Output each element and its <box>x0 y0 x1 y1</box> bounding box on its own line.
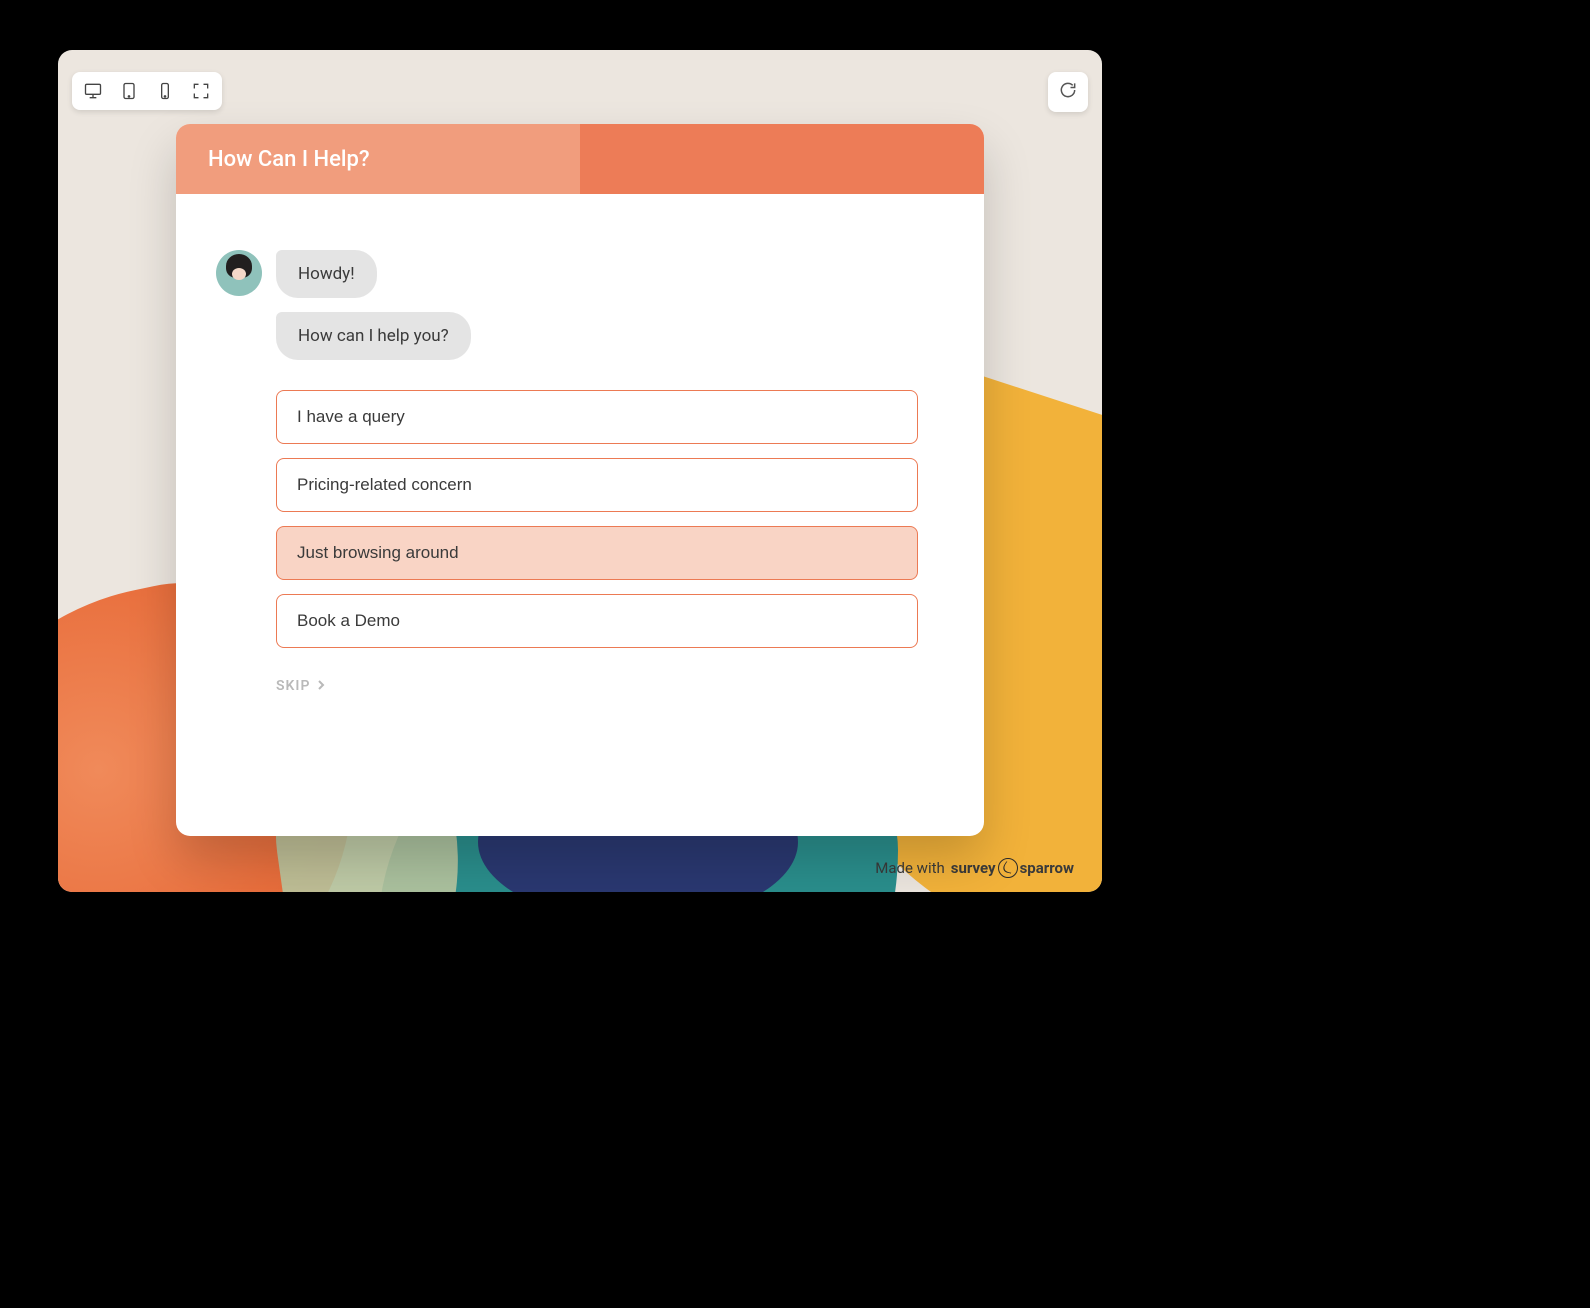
reload-icon <box>1058 80 1078 104</box>
chevron-right-icon <box>316 678 326 694</box>
survey-card: How Can I Help? Howdy! How can I help yo… <box>176 124 984 836</box>
survey-header: How Can I Help? <box>176 124 984 194</box>
avatar <box>216 250 262 296</box>
option-query[interactable]: I have a query <box>276 390 918 444</box>
device-preview-toolbar <box>72 72 222 110</box>
fullscreen-icon[interactable] <box>190 80 212 102</box>
chat-bubble-1: Howdy! <box>276 250 377 298</box>
option-pricing[interactable]: Pricing-related concern <box>276 458 918 512</box>
brand-logo[interactable]: survey sparrow <box>951 858 1074 878</box>
desktop-icon[interactable] <box>82 80 104 102</box>
mobile-icon[interactable] <box>154 80 176 102</box>
option-demo[interactable]: Book a Demo <box>276 594 918 648</box>
tablet-icon[interactable] <box>118 80 140 102</box>
brand-word-b: sparrow <box>1020 859 1074 877</box>
reload-button[interactable] <box>1048 72 1088 112</box>
branding-footer: Made with survey sparrow <box>875 858 1074 878</box>
preview-window: How Can I Help? Howdy! How can I help yo… <box>58 50 1102 892</box>
brand-word-a: survey <box>951 859 996 877</box>
option-browsing[interactable]: Just browsing around <box>276 526 918 580</box>
chat-bubble-2: How can I help you? <box>276 312 471 360</box>
skip-button[interactable]: SKIP <box>276 678 326 694</box>
survey-title: How Can I Help? <box>208 147 370 172</box>
sparrow-icon <box>998 858 1018 878</box>
skip-label: SKIP <box>276 678 310 694</box>
branding-prefix: Made with <box>875 859 944 877</box>
option-list: I have a query Pricing-related concern J… <box>276 390 918 648</box>
